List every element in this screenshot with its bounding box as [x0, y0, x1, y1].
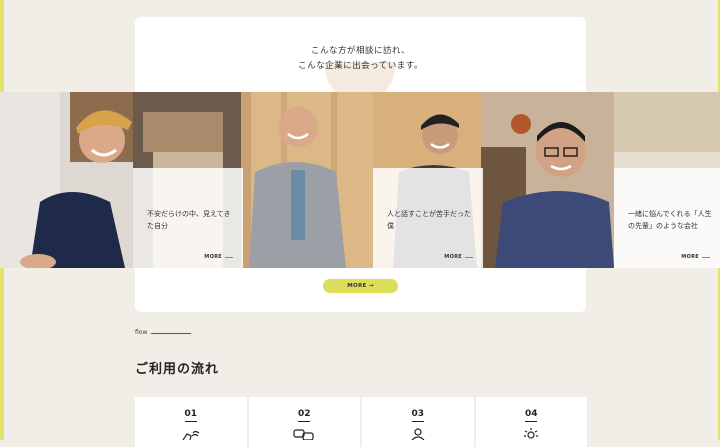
flow-label: flow	[135, 329, 148, 336]
story-strip: 不安だらけの中、見えてきた自分 MORE 人と話すことが苦手だった僕 MORE …	[0, 92, 720, 268]
story-card-2[interactable]: 人と話すことが苦手だった僕 MORE	[373, 168, 483, 268]
story-photo-5[interactable]	[481, 92, 614, 268]
story-card-1-more[interactable]: MORE	[204, 254, 233, 260]
story-card-3[interactable]: 一緒に悩んでくれる「人生の先輩」のような会社 MORE	[614, 168, 720, 268]
more-line	[702, 256, 710, 258]
step-number: 03	[411, 409, 425, 419]
story-photo-1[interactable]	[0, 92, 133, 268]
wifi-hand-icon	[182, 430, 200, 440]
stories-heading: こんな方が相談に訪れ、 こんな企業に出会っています。	[135, 44, 586, 74]
heading-line-1: こんな方が相談に訪れ、	[310, 46, 411, 56]
step-number: 02	[297, 409, 311, 419]
story-photo-3[interactable]	[241, 92, 373, 268]
more-label: MORE	[681, 254, 699, 260]
step-underline	[411, 421, 424, 422]
more-line	[225, 256, 233, 258]
story-card-1[interactable]: 不安だらけの中、見えてきた自分 MORE	[133, 168, 243, 268]
more-line	[465, 256, 473, 258]
story-card-3-text: 一緒に悩んでくれる「人生の先輩」のような会社	[628, 210, 712, 230]
more-button[interactable]: MORE →	[323, 279, 398, 293]
chat-icon	[293, 429, 314, 440]
more-label: MORE	[444, 254, 462, 260]
step-number: 01	[184, 409, 198, 419]
story-card-2-more[interactable]: MORE	[444, 254, 473, 260]
step-underline	[525, 421, 538, 422]
section-title: ご利用の流れ	[135, 362, 220, 377]
step-underline	[298, 421, 311, 422]
flow-divider	[151, 333, 191, 334]
step-underline	[184, 421, 197, 422]
more-label: MORE	[204, 254, 222, 260]
story-card-3-more[interactable]: MORE	[681, 254, 710, 260]
step-number: 04	[524, 409, 538, 419]
sparkle-icon	[524, 428, 539, 439]
story-card-1-text: 不安だらけの中、見えてきた自分	[147, 210, 231, 230]
handshake-icon	[411, 428, 425, 440]
heading-line-2: こんな企業に出会っています。	[298, 61, 423, 71]
story-card-2-text: 人と話すことが苦手だった僕	[387, 210, 471, 230]
